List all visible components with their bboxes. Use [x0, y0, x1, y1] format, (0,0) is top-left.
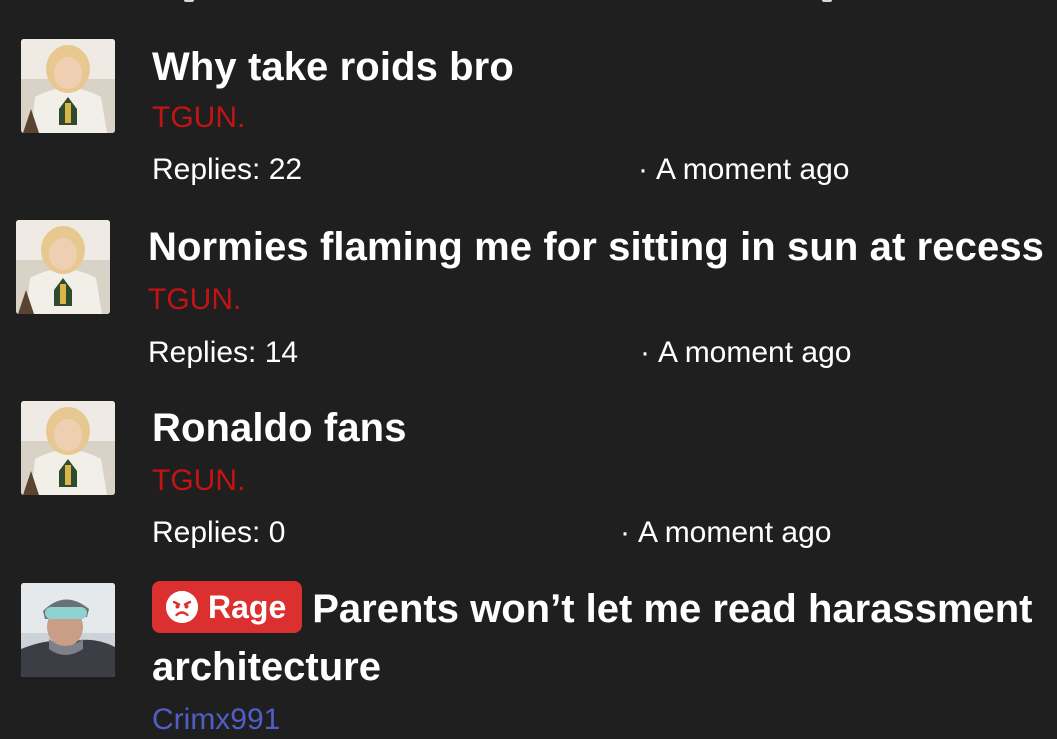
thread-title-block[interactable]: Rage Parents won’t let me read harassmen… — [152, 580, 1042, 696]
badge-label: Rage — [208, 589, 287, 626]
timestamp-text: A moment ago — [656, 153, 850, 186]
timestamp-text: A moment ago — [658, 336, 852, 369]
blonde-woman-avatar-icon — [21, 39, 115, 133]
timestamp: · A moment ago — [640, 335, 851, 371]
avatar[interactable] — [16, 220, 110, 314]
thread-author[interactable]: Crimx991 — [152, 703, 280, 737]
time-separator: · — [638, 153, 648, 186]
thread-author[interactable]: TGUN. — [152, 101, 245, 135]
thread-author[interactable]: TGUN. — [152, 464, 245, 498]
rage-badge: Rage — [152, 581, 303, 634]
thread-list: Why take roids bro TGUN. Replies: 22 · A … — [0, 0, 1057, 739]
avatar[interactable] — [21, 583, 115, 677]
time-separator: · — [620, 516, 630, 549]
thread-title[interactable]: Why take roids bro — [152, 38, 514, 96]
reply-count: Replies: 0 — [152, 516, 286, 549]
thread-author[interactable]: TGUN. — [148, 283, 241, 317]
reply-count: Replies: 22 — [152, 153, 303, 186]
skier-avatar-icon — [21, 583, 115, 677]
timestamp: · A moment ago — [638, 152, 849, 188]
blonde-woman-avatar-icon — [16, 220, 110, 314]
reply-count: Replies: 14 — [148, 336, 299, 369]
blonde-woman-avatar-icon — [21, 401, 115, 495]
avatar[interactable] — [21, 39, 115, 133]
timestamp-text: A moment ago — [638, 516, 832, 549]
thread-title[interactable]: Ronaldo fans — [152, 399, 407, 457]
thread-title[interactable]: Normies flaming me for sitting in sun at… — [148, 218, 1044, 276]
angry-face-icon — [166, 591, 198, 624]
time-separator: · — [640, 336, 650, 369]
previous-item-fragment — [0, 0, 1057, 4]
timestamp: · A moment ago — [620, 515, 831, 551]
avatar[interactable] — [21, 401, 115, 495]
